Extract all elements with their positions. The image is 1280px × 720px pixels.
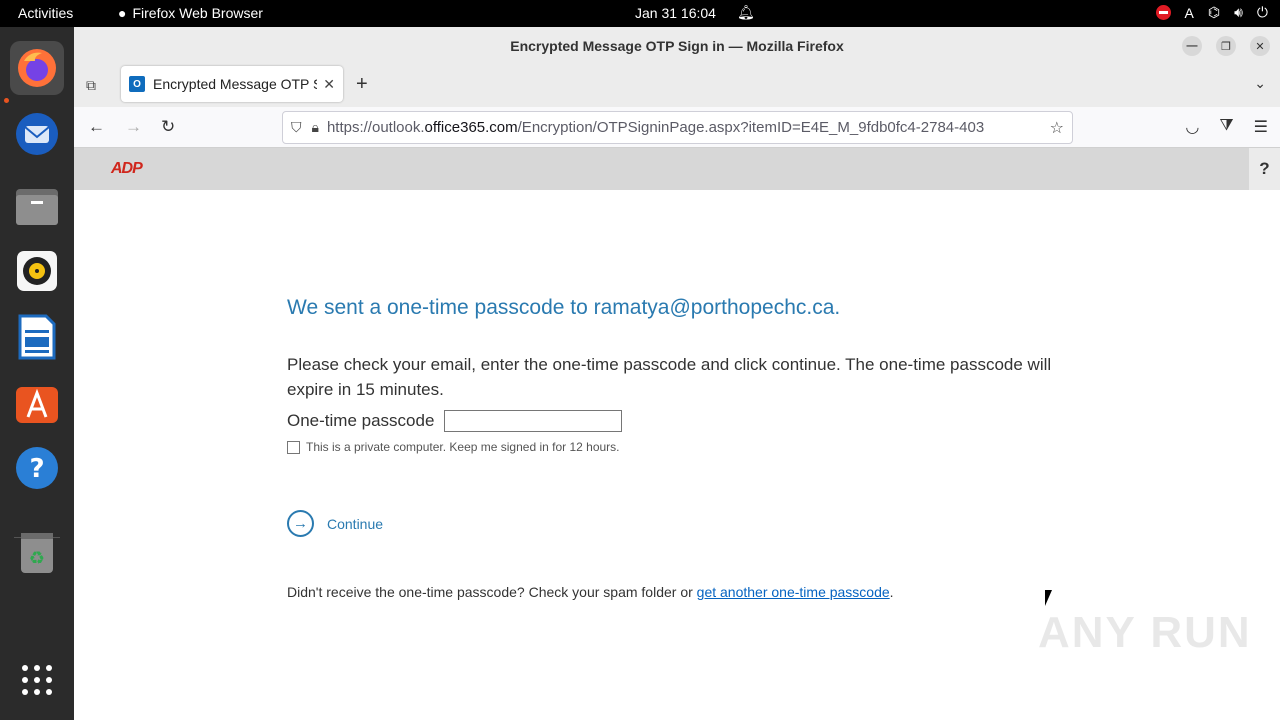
help-icon: ? (16, 447, 58, 489)
lock-icon[interactable]: 🔒︎ (312, 119, 319, 136)
resend-text: Didn't receive the one-time passcode? Ch… (287, 584, 894, 600)
otp-row: One-time passcode (287, 410, 623, 432)
firefox-view-icon[interactable]: ⧉ (86, 77, 104, 95)
dock-writer[interactable] (10, 310, 64, 364)
dock-app-center[interactable] (10, 375, 64, 429)
tab-active[interactable]: O Encrypted Message OTP Sign in ✕ (121, 66, 343, 102)
keep-signed-in-label[interactable]: This is a private computer. Keep me sign… (306, 440, 620, 454)
app-name-label: Firefox Web Browser (132, 5, 263, 21)
writer-document-icon (18, 314, 56, 360)
arrow-right-circle-icon: → (287, 510, 314, 537)
notification-bell-icon: 🔔︎ (737, 4, 755, 20)
toolbar-right: ◡ ⧩ ☰ (1185, 117, 1268, 137)
url-bar[interactable]: ⛉ 🔒︎ https://outlook.office365.com/Encry… (282, 111, 1073, 144)
extensions-icon[interactable]: ⧩ (1219, 117, 1233, 137)
reload-button[interactable]: ↻ (161, 117, 175, 137)
dock: ? ♻ (0, 27, 74, 720)
activities-button[interactable]: Activities (18, 5, 73, 21)
otp-label: One-time passcode (287, 411, 435, 430)
running-indicator (4, 98, 9, 103)
window-controls: — ❐ ✕ (1182, 36, 1270, 56)
network-icon: ⌬ (1207, 4, 1221, 20)
keep-signed-in-checkbox[interactable] (287, 440, 300, 454)
files-icon (16, 189, 58, 225)
dock-rhythmbox[interactable] (10, 244, 64, 298)
otp-input[interactable] (444, 410, 623, 432)
outlook-favicon-icon: O (129, 76, 145, 92)
private-computer-row: This is a private computer. Keep me sign… (287, 440, 620, 454)
rhythmbox-icon (17, 251, 57, 291)
app-menu[interactable]: ● Firefox Web Browser (118, 5, 263, 21)
anyrun-watermark: ANY RUN (1038, 608, 1252, 657)
app-center-icon (16, 387, 58, 423)
list-all-tabs-icon[interactable]: ⌄ (1254, 75, 1266, 92)
tracking-protection-shield-icon[interactable]: ⛉ (291, 119, 302, 136)
hamburger-menu-icon[interactable]: ☰ (1254, 117, 1268, 137)
minimize-button[interactable]: — (1182, 36, 1202, 56)
continue-button[interactable]: → Continue (287, 510, 383, 537)
power-icon: ⏻ (1256, 4, 1268, 20)
trash-icon: ♻ (21, 533, 53, 573)
dock-thunderbird[interactable] (10, 107, 64, 161)
continue-label: Continue (327, 515, 384, 532)
svg-text:♻: ♻ (29, 548, 45, 569)
tab-close-icon[interactable]: ✕ (323, 76, 335, 93)
help-button[interactable]: ? (1249, 148, 1280, 190)
maximize-button[interactable]: ❐ (1216, 36, 1236, 56)
dock-help[interactable]: ? (10, 441, 64, 495)
svg-text:?: ? (29, 454, 44, 484)
close-window-button[interactable]: ✕ (1250, 36, 1270, 56)
system-top-bar: Activities ● Firefox Web Browser Jan 31 … (0, 0, 1280, 27)
mouse-cursor-icon (1045, 590, 1052, 606)
bookmark-star-icon[interactable]: ☆ (1050, 118, 1064, 138)
back-button[interactable]: ← (88, 117, 105, 137)
dock-firefox[interactable] (10, 41, 64, 95)
firefox-small-icon: ● (118, 5, 127, 21)
system-tray[interactable]: A ⌬ 🔊︎ ⏻ (1155, 4, 1268, 21)
page-banner: ADP ? (74, 148, 1280, 190)
show-apps-button[interactable] (10, 653, 64, 707)
url-text: https://outlook.office365.com/Encryption… (326, 119, 985, 136)
navigation-toolbar: ← → ↻ ⛉ 🔒︎ https://outlook.office365.com… (74, 107, 1280, 148)
app-grid-icon (22, 665, 52, 695)
dock-trash[interactable]: ♻ (10, 525, 64, 579)
tab-bar: ⧉ O Encrypted Message OTP Sign in ✕ + ⌄ (74, 65, 1280, 107)
adp-logo: ADP (111, 160, 143, 177)
thunderbird-icon (16, 113, 58, 155)
keyboard-layout-indicator[interactable]: A (1185, 5, 1194, 21)
web-page: ADP ? We sent a one-time passcode to ram… (74, 148, 1280, 720)
dock-files[interactable] (10, 179, 64, 233)
page-heading: We sent a one-time passcode to ramatya@p… (287, 296, 841, 319)
firefox-window: Encrypted Message OTP Sign in — Mozilla … (74, 27, 1280, 720)
pocket-icon[interactable]: ◡ (1185, 117, 1199, 137)
get-another-passcode-link[interactable]: get another one-time passcode (697, 584, 890, 600)
forward-button[interactable]: → (125, 117, 142, 137)
firefox-icon (18, 49, 56, 87)
instruction-text: Please check your email, enter the one-t… (287, 355, 1052, 399)
clock[interactable]: Jan 31 16:04 (635, 5, 716, 21)
window-titlebar[interactable]: Encrypted Message OTP Sign in — Mozilla … (74, 27, 1280, 65)
window-title: Encrypted Message OTP Sign in — Mozilla … (510, 38, 844, 54)
volume-icon: 🔊︎ (1234, 4, 1243, 20)
tab-title: Encrypted Message OTP Sign in (153, 76, 317, 92)
do-not-disturb-icon (1155, 5, 1171, 20)
new-tab-button[interactable]: + (356, 73, 368, 96)
